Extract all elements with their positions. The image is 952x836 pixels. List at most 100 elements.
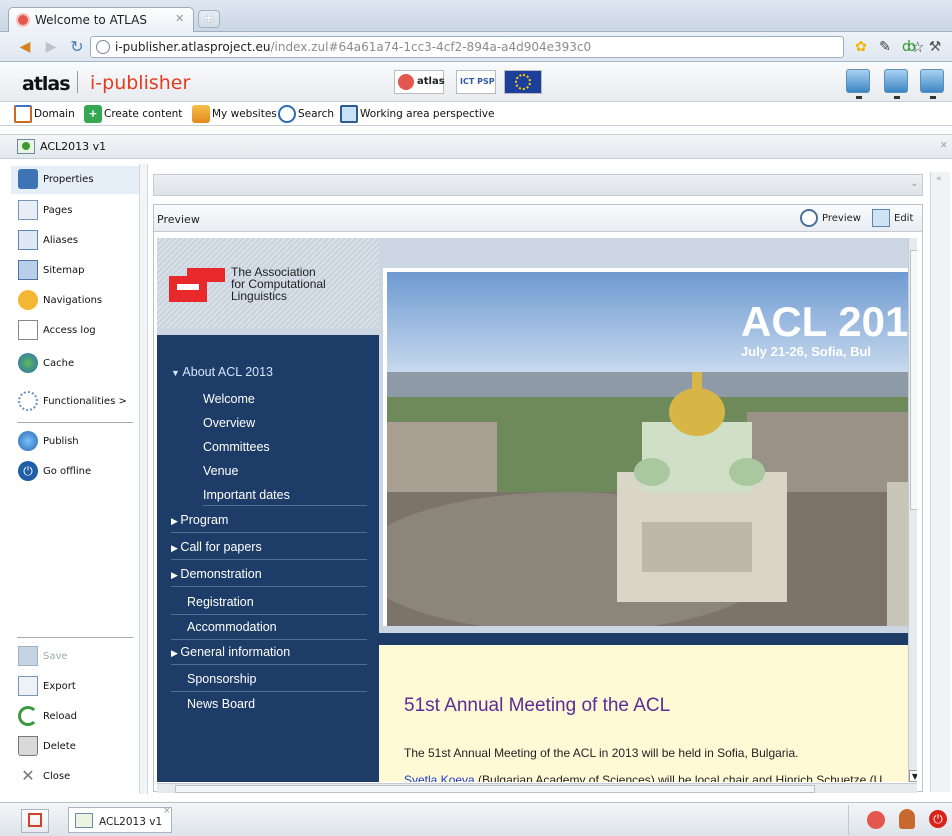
acl-hero-subtitle: July 21-26, Sofia, Bul xyxy=(741,344,872,359)
right-collapsed-panel[interactable]: « xyxy=(930,172,950,792)
wrench-icon[interactable]: ⚒ xyxy=(926,38,944,56)
nav-overview[interactable]: Overview xyxy=(203,416,399,430)
acl-logo-mark xyxy=(169,268,225,302)
nav-registration[interactable]: Registration xyxy=(171,595,367,615)
properties-icon xyxy=(18,169,38,189)
site-preview-frame: The Association for Computational Lingui… xyxy=(157,238,917,782)
export-icon xyxy=(18,676,38,696)
nav-program[interactable]: ▶ Program xyxy=(171,513,367,533)
sidebar-item-navigations[interactable]: Navigations xyxy=(11,287,139,315)
nav-venue[interactable]: Venue xyxy=(203,464,399,478)
taskbar-window-button[interactable]: ACL2013 v1 × xyxy=(68,806,172,833)
power-off-icon[interactable]: ⏻ xyxy=(929,810,947,828)
collapse-down-icon[interactable]: ⌄ xyxy=(910,179,918,189)
nav-committees[interactable]: Committees xyxy=(203,440,399,454)
home-icon xyxy=(14,105,32,123)
logo-divider xyxy=(77,71,78,93)
home-button[interactable] xyxy=(21,809,49,833)
acl-navigation: ▼ About ACL 2013 Welcome Overview Commit… xyxy=(157,335,379,782)
edit-button[interactable]: Edit xyxy=(872,209,913,229)
nav-news-board[interactable]: News Board xyxy=(171,697,367,711)
nav-call-for-papers[interactable]: ▶ Call for papers xyxy=(171,540,367,560)
sidebar-item-go-offline[interactable]: ⏻ Go offline xyxy=(11,458,139,486)
triangle-down-icon: ▼ xyxy=(171,368,183,378)
system-tray: ⏻ xyxy=(848,805,952,835)
forward-arrow-icon[interactable]: ▶ xyxy=(42,38,60,56)
sidebar-item-access-log[interactable]: Access log xyxy=(11,317,139,345)
preview-horizontal-scrollbar[interactable] xyxy=(157,783,917,793)
extension-puzzle-icon[interactable]: ✿ xyxy=(852,38,870,56)
atlas-flower-icon[interactable] xyxy=(867,811,885,829)
reload-icon[interactable]: ↻ xyxy=(68,38,86,56)
nav-sponsorship[interactable]: Sponsorship xyxy=(171,672,367,692)
sidebar-item-pages[interactable]: Pages xyxy=(11,197,139,225)
pages-icon xyxy=(18,200,38,220)
sidebar-item-reload[interactable]: Reload xyxy=(11,703,139,731)
working-area-perspective-button[interactable]: Working area perspective xyxy=(340,105,494,123)
vertical-scroll-thumb[interactable] xyxy=(910,250,917,510)
working-area-label: Working area perspective xyxy=(360,108,495,120)
nav-important-dates[interactable]: Important dates xyxy=(203,488,367,506)
nav-about-acl-2013[interactable]: ▼ About ACL 2013 xyxy=(171,365,367,379)
eu-stars-icon xyxy=(515,74,531,90)
sidebar-item-save[interactable]: Save xyxy=(11,643,139,671)
back-arrow-icon[interactable]: ◀ xyxy=(16,38,34,56)
acl-content-paragraph: Svetla Koeva (Bulgarian Academy of Scien… xyxy=(404,773,882,782)
perspective-3-icon[interactable] xyxy=(920,69,944,99)
atlas-favicon-icon xyxy=(16,13,30,27)
sidebar-item-publish[interactable]: Publish xyxy=(11,428,139,456)
search-button[interactable]: Search xyxy=(278,105,334,123)
my-websites-button[interactable]: My websites xyxy=(192,105,277,123)
triangle-right-icon: ▶ xyxy=(171,543,181,553)
browser-tab-title: Welcome to ATLAS xyxy=(35,13,147,27)
preview-vertical-scrollbar[interactable]: ▼ xyxy=(908,238,917,782)
i-publisher-logo: i-publisher xyxy=(90,72,191,94)
new-tab-button[interactable]: + xyxy=(198,10,220,28)
user-icon[interactable] xyxy=(899,809,915,829)
nav-general-information[interactable]: ▶ General information xyxy=(171,645,367,665)
create-content-button[interactable]: + Create content xyxy=(84,105,182,123)
address-bar[interactable]: i-publisher.atlasproject.eu/index.zul#64… xyxy=(90,36,924,58)
sidebar-item-cache[interactable]: Cache xyxy=(11,350,139,378)
browser-tab[interactable]: Welcome to ATLAS ✕ xyxy=(8,7,194,32)
sidebar-divider xyxy=(17,637,133,638)
sidebar-item-properties[interactable]: Properties xyxy=(11,166,139,194)
sidebar-item-delete[interactable]: Delete xyxy=(11,733,139,761)
taskbar-close-icon[interactable]: × xyxy=(163,806,171,816)
domain-button[interactable]: Domain xyxy=(14,105,75,123)
preview-panel-title: Preview xyxy=(157,213,200,226)
horizontal-scroll-thumb[interactable] xyxy=(175,785,815,793)
nav-demonstration[interactable]: ▶ Demonstration xyxy=(171,567,367,587)
nav-accommodation[interactable]: Accommodation xyxy=(171,620,367,640)
window-close-icon[interactable]: ✕ xyxy=(940,141,948,151)
download-icon[interactable]: ȸ xyxy=(900,38,918,56)
sidebar-item-export[interactable]: Export xyxy=(11,673,139,701)
eyedropper-icon[interactable]: ✎ xyxy=(876,38,894,56)
svetla-koeva-link[interactable]: Svetla Koeva xyxy=(404,773,475,782)
perspective-1-icon[interactable] xyxy=(846,69,870,99)
ict-psp-label: ICT PSP xyxy=(460,77,495,86)
sidebar-item-close[interactable]: ✕ Close xyxy=(11,763,139,791)
sidebar-item-label: Cache xyxy=(43,358,75,369)
sidebar-item-aliases[interactable]: Aliases xyxy=(11,227,139,255)
sidebar-item-sitemap[interactable]: Sitemap xyxy=(11,257,139,285)
sidebar-splitter[interactable] xyxy=(139,164,148,794)
window-tab-strip: ACL2013 v1 ✕ xyxy=(0,134,952,159)
gears-icon xyxy=(18,391,38,411)
tab-close-icon[interactable]: ✕ xyxy=(175,12,184,25)
eu-flag-logo xyxy=(504,70,542,94)
sidebar-item-label: Sitemap xyxy=(43,265,85,276)
sidebar-item-functionalities[interactable]: Functionalities > xyxy=(11,388,139,416)
url-text: i-publisher.atlasproject.eu/index.zul#64… xyxy=(115,40,591,54)
expand-left-icon[interactable]: « xyxy=(936,174,942,184)
search-icon xyxy=(278,105,296,123)
scroll-down-arrow-icon[interactable]: ▼ xyxy=(909,770,917,782)
perspective-2-icon[interactable] xyxy=(884,69,908,99)
triangle-right-icon: ▶ xyxy=(171,570,181,580)
window-tab-title[interactable]: ACL2013 v1 xyxy=(40,140,106,153)
main-panel: ⌄ Preview Preview Edit The Association f… xyxy=(150,164,928,794)
atlas-flower-icon xyxy=(398,74,414,90)
preview-button[interactable]: Preview xyxy=(800,209,861,229)
nav-welcome[interactable]: Welcome xyxy=(203,392,399,406)
plus-icon: + xyxy=(84,105,102,123)
